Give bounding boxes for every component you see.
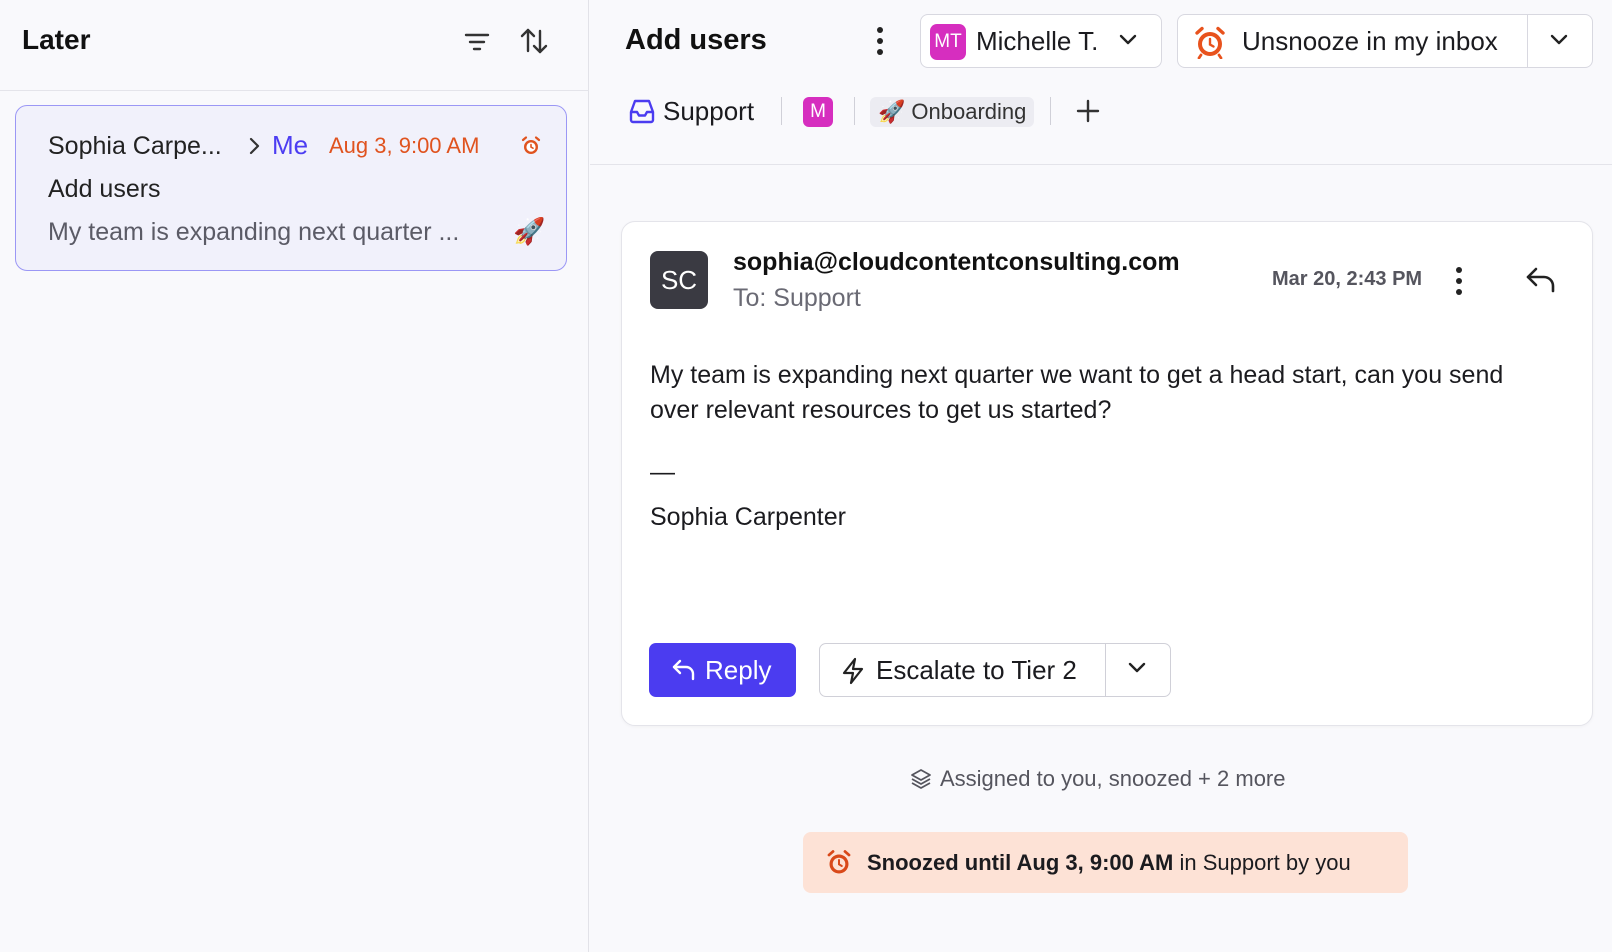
filter-icon[interactable] bbox=[459, 26, 495, 58]
sort-icon[interactable] bbox=[516, 24, 552, 58]
snooze-date: Aug 3, 9:00 AM bbox=[329, 133, 480, 158]
message-date: Mar 20, 2:43 PM bbox=[1272, 268, 1423, 290]
snooze-detail: in Support by you bbox=[1173, 849, 1351, 875]
escalate-split-button[interactable]: Escalate to Tier 2 bbox=[819, 643, 1171, 697]
chevron-right-icon bbox=[248, 136, 262, 156]
divider bbox=[1050, 97, 1051, 125]
divider bbox=[0, 90, 589, 91]
more-options-icon[interactable] bbox=[1449, 263, 1469, 299]
divider bbox=[781, 97, 782, 125]
sender-email: sophia@cloudcontentconsulting.com bbox=[733, 248, 1180, 276]
member-avatar[interactable]: M bbox=[803, 97, 833, 127]
conversation-recipient: Me bbox=[272, 130, 309, 160]
activity-summary-text: Assigned to you, snoozed + 2 more bbox=[940, 766, 1286, 791]
recipient-line: To: Support bbox=[733, 284, 861, 312]
conversation-item[interactable]: Sophia Carpe... Me Aug 3, 9:00 AM Add us… bbox=[15, 105, 567, 271]
alarm-clock-icon bbox=[825, 849, 853, 877]
sender-avatar: SC bbox=[650, 251, 708, 309]
signature-separator: — bbox=[650, 458, 675, 486]
inbox-tag[interactable]: Support bbox=[663, 96, 754, 127]
list-title: Later bbox=[22, 24, 91, 55]
add-tag-icon[interactable] bbox=[1075, 98, 1101, 124]
reply-button[interactable]: Reply bbox=[649, 643, 796, 697]
conversation-title: Add users bbox=[625, 24, 767, 56]
onboarding-tag[interactable]: 🚀 Onboarding bbox=[870, 97, 1035, 127]
snooze-banner: Snoozed until Aug 3, 9:00 AM in Support … bbox=[803, 832, 1408, 893]
alarm-clock-icon bbox=[1192, 25, 1228, 59]
snooze-status: Snoozed until Aug 3, 9:00 AM bbox=[867, 849, 1174, 875]
assignee-name: Michelle T. bbox=[976, 26, 1099, 56]
rocket-icon: 🚀 bbox=[878, 99, 906, 124]
tag-label: Onboarding bbox=[911, 99, 1027, 124]
more-options-icon[interactable] bbox=[868, 22, 892, 60]
divider bbox=[854, 97, 855, 125]
escalate-button[interactable]: Escalate to Tier 2 bbox=[876, 655, 1077, 686]
divider bbox=[1527, 15, 1528, 67]
conversation-sender: Sophia Carpe... bbox=[48, 132, 222, 160]
divider bbox=[1105, 644, 1106, 696]
chevron-down-icon[interactable] bbox=[1126, 660, 1148, 676]
alarm-clock-icon bbox=[520, 135, 542, 157]
rocket-icon: 🚀 bbox=[513, 216, 546, 246]
unsnooze-button[interactable]: Unsnooze in my inbox bbox=[1242, 26, 1498, 57]
chevron-down-icon bbox=[1117, 32, 1139, 48]
divider bbox=[590, 164, 1612, 165]
lightning-icon bbox=[840, 657, 866, 685]
assignee-dropdown[interactable]: MT Michelle T. bbox=[920, 14, 1162, 68]
reply-icon[interactable] bbox=[1525, 266, 1557, 294]
layers-icon bbox=[910, 768, 932, 790]
assignee-avatar: MT bbox=[930, 24, 966, 60]
activity-summary[interactable]: Assigned to you, snoozed + 2 more bbox=[910, 766, 1286, 792]
conversation-preview: My team is expanding next quarter ... bbox=[48, 218, 460, 246]
unsnooze-split-button[interactable]: Unsnooze in my inbox bbox=[1177, 14, 1593, 68]
conversation-subject: Add users bbox=[48, 175, 161, 203]
message-signature: Sophia Carpenter bbox=[650, 503, 846, 531]
inbox-icon bbox=[627, 97, 657, 125]
conversation-list-panel: Later Sophia Carpe... Me Aug 3, 9:00 AM … bbox=[0, 0, 589, 952]
chevron-down-icon[interactable] bbox=[1548, 32, 1570, 48]
message-body: My team is expanding next quarter we wan… bbox=[650, 361, 1504, 424]
message-card: SC sophia@cloudcontentconsulting.com To:… bbox=[621, 221, 1593, 726]
reply-label: Reply bbox=[705, 654, 772, 685]
